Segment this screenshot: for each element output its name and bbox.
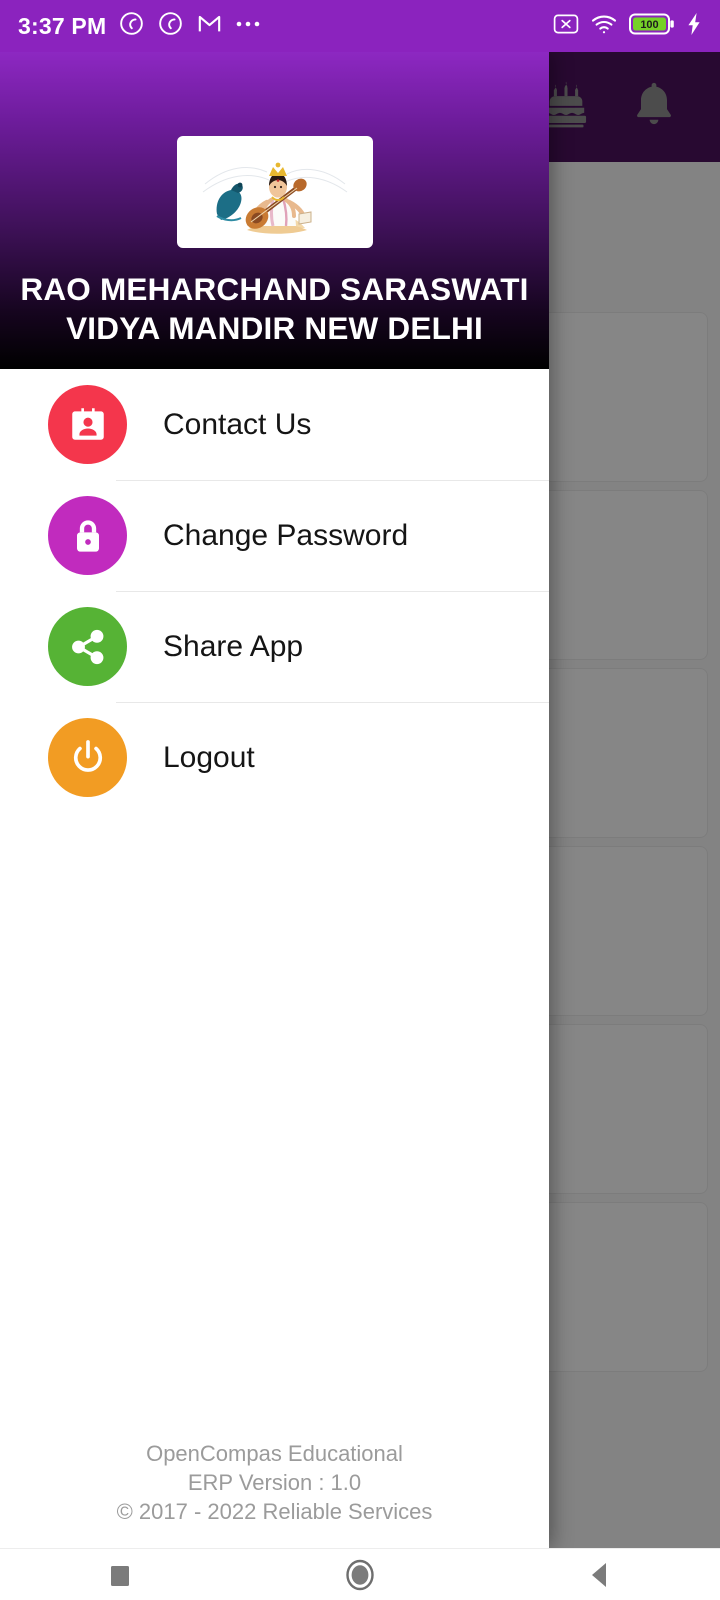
status-bar-right: 100 <box>553 12 702 41</box>
battery-icon: 100 <box>629 12 675 41</box>
navigation-drawer: RAO MEHARCHAND SARASWATI VIDYA MANDIR NE… <box>0 52 549 1548</box>
status-bar: 3:37 PM 100 <box>0 0 720 52</box>
footer-line-2: ERP Version : 1.0 <box>187 1469 362 1495</box>
back-button[interactable] <box>540 1549 660 1600</box>
recents-button[interactable] <box>60 1549 180 1600</box>
status-bar-left: 3:37 PM <box>18 10 553 42</box>
footer-line-3: © 2017 - 2022 Reliable Services <box>116 1498 433 1524</box>
sim-x-icon <box>553 13 579 40</box>
drawer-footer: OpenCompas Educational ERP Version : 1.0… <box>0 1439 549 1548</box>
menu-item-logout[interactable]: Logout <box>0 702 549 813</box>
status-bar-clock: 3:37 PM <box>18 12 107 39</box>
footer-line-1: OpenCompas Educational <box>146 1440 403 1466</box>
charging-bolt-icon <box>686 12 702 41</box>
svg-text:100: 100 <box>640 18 658 30</box>
menu-item-label: Logout <box>163 740 255 774</box>
android-nav-bar <box>0 1548 720 1600</box>
menu-item-label: Change Password <box>163 518 409 552</box>
wifi-icon <box>590 13 618 40</box>
drawer-header: RAO MEHARCHAND SARASWATI VIDYA MANDIR NE… <box>0 52 549 369</box>
share-icon <box>48 607 127 686</box>
drawer-menu: Contact Us Change Password Share App Log… <box>0 369 549 1439</box>
contact-card-icon <box>48 385 127 464</box>
app-badge-icon <box>118 10 145 42</box>
power-icon <box>48 718 127 797</box>
home-button[interactable] <box>300 1549 420 1600</box>
school-logo <box>176 136 373 248</box>
menu-item-contact-us[interactable]: Contact Us <box>0 369 549 480</box>
school-name-line-2: VIDYA MANDIR NEW DELHI <box>66 310 483 347</box>
app-screen: Examination Classwork <box>0 0 720 1600</box>
menu-item-share-app[interactable]: Share App <box>0 591 549 702</box>
app-badge-icon <box>157 10 184 42</box>
menu-item-change-password[interactable]: Change Password <box>0 480 549 591</box>
overflow-dots-icon <box>235 17 265 35</box>
menu-item-label: Share App <box>163 629 304 663</box>
lock-icon <box>48 496 127 575</box>
gmail-icon <box>196 10 223 42</box>
menu-item-label: Contact Us <box>163 407 312 441</box>
school-name-line-1: RAO MEHARCHAND SARASWATI <box>20 271 529 307</box>
page-title: RAO MEHARCHAND SARASWATI VIDYA MANDIR NE… <box>0 270 549 349</box>
